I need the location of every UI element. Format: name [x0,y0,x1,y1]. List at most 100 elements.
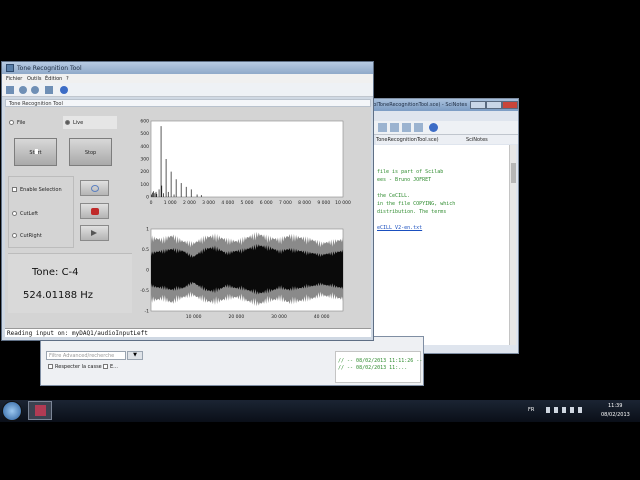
search-placeholder: Filtre Advanced/recherche [49,353,115,359]
history-line: // -- 08/02/2013 11:11:26 -- [338,358,423,364]
radio-file-label: File [17,120,26,126]
scinotes-editor[interactable]: file is part of Scilab ees - Bruno JOFRE… [373,145,509,345]
tray-icons[interactable] [546,407,586,413]
tone-readout-panel: Tone: C-4 524.01188 Hz [8,253,132,313]
x-tick-label: 0 [150,200,153,206]
frequency-label: 524.01188 Hz [23,290,94,301]
cut-icon[interactable] [378,123,387,132]
enable-selection-label: Enable Selection [20,187,62,193]
taskbar: FR 11:39 08/02/2013 [0,400,640,422]
scinotes-tabs: ToneRecognitionTool.sce) SciNotes [376,135,518,144]
menu-help[interactable]: ? [66,76,69,82]
radio-live[interactable] [65,120,70,125]
stop-label: Stop [84,150,97,156]
x-tick-label: 4 000 [221,200,234,206]
zoom-out-icon[interactable] [31,86,39,94]
main-client-area: File Live Start Stop Enable Selection Cu… [5,107,371,330]
arrow-icon [91,230,97,236]
scrollbar-thumb[interactable] [511,163,516,183]
y-tick-label: 200 [140,169,149,175]
rotate-icon[interactable] [6,86,14,94]
code-line: in the file COPYING, which [377,201,456,207]
clock-time[interactable]: 11:39 [608,403,622,409]
console-window: Filtre Advanced/recherche ▼ Respecter la… [40,336,424,386]
license-link[interactable]: eCILL_V2-en.txt [377,225,422,231]
y-tick-label: 400 [140,144,149,150]
main-titlebar[interactable]: Tone Recognition Tool [2,62,373,74]
x-tick-label: 8 000 [298,200,311,206]
search-dropdown-button[interactable]: ▼ [127,351,143,360]
menu-outils[interactable]: Outils [27,76,41,82]
start-orb-button[interactable] [2,401,22,421]
minimize-button[interactable] [470,101,486,109]
x-tick-label: 1 000 [164,200,177,206]
code-line: file is part of Scilab [377,169,444,175]
y-tick-label: 100 [140,182,149,188]
window-title: Tone Recognition Tool [17,65,82,72]
cut-left-button[interactable] [80,203,109,219]
history-line: // -- 08/02/2013 11:... [338,365,408,371]
find-icon[interactable] [414,123,423,132]
code-line: distribution. The terms [377,209,447,215]
pan-icon[interactable] [45,86,53,94]
radio-live-label: Live [73,120,84,126]
waveform-chart: 10 000 20 000 30 000 40 000 -1 -0.5 0 0.5 1 [140,227,344,320]
match-case-label: Respecter la casse [55,364,102,370]
cut-right-button[interactable] [80,225,109,241]
paste-icon[interactable] [402,123,411,132]
y-tick-label: 600 [140,119,149,125]
cutleft-radio[interactable] [12,211,17,216]
tone-recognition-window: Tone Recognition Tool Fichier Outils Édi… [1,61,374,341]
y-tick-label: 500 [140,131,149,137]
panel-title-bar: Tone Recognition Tool [5,99,371,107]
tab-file[interactable]: ToneRecognitionTool.sce) [376,137,439,143]
tab-scinotes[interactable]: SciNotes [466,137,488,143]
maximize-button[interactable] [486,101,502,109]
zoom-in-icon[interactable] [19,86,27,94]
y-tick-label: 0 [146,268,149,274]
enable-selection-checkbox[interactable] [12,187,17,192]
close-button[interactable] [502,101,518,109]
cutright-label: CutRight [20,233,42,239]
mouse-cursor-icon [35,149,38,154]
y-tick-label: 300 [140,157,149,163]
clock-date[interactable]: 08/02/2013 [601,412,630,418]
spectrum-plot-area [150,120,344,198]
help-icon[interactable] [429,123,438,132]
datatip-icon[interactable] [60,86,68,94]
search-input[interactable]: Filtre Advanced/recherche [46,351,126,360]
cutright-radio[interactable] [12,233,17,238]
select-tool-button[interactable] [80,180,109,196]
scinotes-title: ToolToneRecognitionTool.sce) - SciNotes [368,102,468,108]
crosshair-icon [91,185,99,192]
menubar: Fichier Outils Édition ? [2,74,373,83]
y-tick-label: -0.5 [140,288,149,294]
editor-scrollbar[interactable] [509,145,516,345]
menu-fichier[interactable]: Fichier [6,76,22,82]
x-tick-label: 9 000 [317,200,330,206]
x-tick-label: 10 000 [335,200,351,206]
x-tick-label: 20 000 [228,314,244,320]
x-tick-label: 3 000 [202,200,215,206]
x-tick-label: 10 000 [186,314,202,320]
menu-edition[interactable]: Édition [45,76,62,82]
history-panel: // -- 08/02/2013 11:11:26 -- // -- 08/02… [335,351,423,383]
y-tick-label: -1 [145,309,150,315]
language-indicator[interactable]: FR [528,407,534,413]
code-line: the CeCILL. [377,193,411,199]
live-radio-area [63,116,117,129]
status-bar: Reading input on: myDAQ1/audioInputLeft [5,328,371,337]
y-tick-label: 0 [146,195,149,201]
x-tick-label: 30 000 [271,314,287,320]
regex-checkbox[interactable] [103,364,108,369]
spectrum-chart: 0 100 200 300 400 500 600 0 1 000 2 000 3 000 4 000… [140,119,351,207]
scilab-taskbar-button[interactable] [28,401,52,420]
copy-icon[interactable] [390,123,399,132]
tone-label: Tone: C-4 [32,267,79,278]
match-case-checkbox[interactable] [48,364,53,369]
y-tick-label: 1 [146,227,149,233]
scissors-icon [91,208,99,215]
radio-file[interactable] [9,120,14,125]
app-icon [6,64,14,72]
stop-button[interactable]: Stop [69,138,112,166]
